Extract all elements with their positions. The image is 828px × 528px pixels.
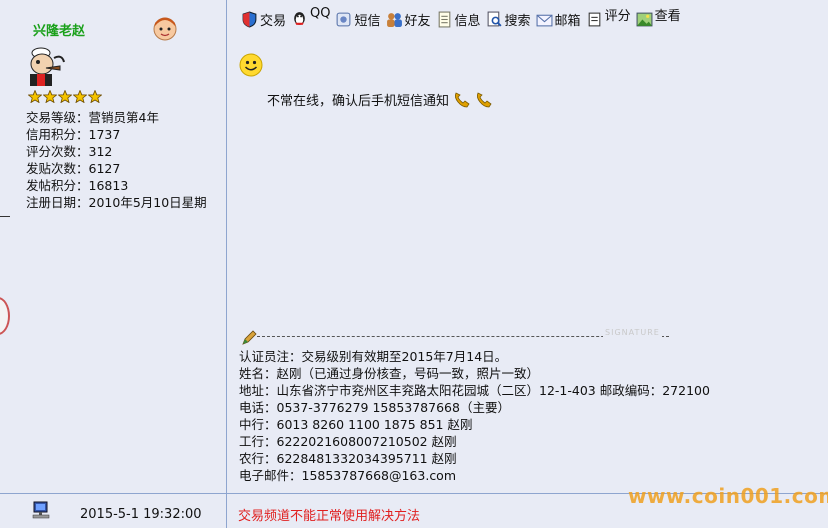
- profile-info-row: 发贴次数：6127: [26, 160, 207, 177]
- message-text: 不常在线，确认后手机短信通知: [267, 94, 450, 109]
- cert-line: 电话：0537-3776279 15853787668（主要）: [239, 400, 510, 415]
- toolbar-search-button[interactable]: 搜索: [486, 10, 531, 29]
- cert-line: 认证员注：交易级别有效期至2015年7月14日。: [239, 349, 508, 364]
- profile-info: 交易等级：营销员第4年 信用积分：1737 评分次数：312 发贴次数：6127 发帖积…: [26, 109, 207, 211]
- computer-icon: [32, 501, 50, 519]
- rating-stars: [28, 90, 102, 104]
- smiley-icon: [239, 53, 263, 77]
- sms-icon: [337, 12, 351, 27]
- phone-icon: [476, 91, 492, 107]
- post-toolbar: 交易 QQ 短信 好友 信息 搜索 邮箱 评分 查看: [241, 6, 686, 34]
- certification-note: 认证员注：交易级别有效期至2015年7月14日。姓名：赵刚（已通过身份核查，号码…: [239, 348, 710, 484]
- watermark: www.coin001.com: [628, 484, 828, 508]
- cert-line: 姓名：赵刚（已通过身份核查，号码一致，照片一致）: [239, 366, 540, 381]
- profile-info-row: 交易等级：营销员第4年: [26, 109, 207, 126]
- user-face-icon: [153, 17, 177, 41]
- divider: [0, 216, 10, 217]
- star-icon: [88, 90, 102, 103]
- toolbar-shield-button[interactable]: 交易: [241, 10, 286, 29]
- toolbar-label: 交易: [260, 14, 287, 29]
- toolbar-label: 短信: [354, 14, 381, 29]
- star-icon: [43, 90, 57, 103]
- info-value: 6127: [88, 161, 121, 176]
- toolbar-view-picture-button[interactable]: 查看: [636, 9, 681, 29]
- help-link[interactable]: 交易频道不能正常使用解决方法: [238, 505, 420, 524]
- info-label: 发贴次数：: [26, 161, 89, 176]
- toolbar-label: 评分: [604, 9, 631, 24]
- post-footer: 2015-5-1 19:32:00 交易频道不能正常使用解决方法 www.coi…: [0, 484, 828, 528]
- profile-info-row: 发帖积分：16813: [26, 177, 207, 194]
- star-icon: [58, 90, 72, 103]
- toolbar-friends-button[interactable]: 好友: [386, 10, 431, 29]
- post-datetime: 2015-5-1 19:32:00: [80, 507, 202, 522]
- avatar[interactable]: [26, 44, 66, 86]
- post-content: 交易 QQ 短信 好友 信息 搜索 邮箱 评分 查看 不常在线，确认后手机短信通知 SIGNAT…: [227, 0, 828, 493]
- info-value: 312: [88, 144, 113, 159]
- cert-line: 电子邮件：15853787668@163.com: [239, 468, 457, 483]
- info-label: 评分次数：: [26, 144, 89, 159]
- cert-line: 农行：6228481332034395711 赵刚: [239, 451, 457, 466]
- info-label: 发帖积分：: [26, 178, 89, 193]
- cert-line: 工行：6222021608007210502 赵刚: [239, 434, 457, 449]
- toolbar-info-document-button[interactable]: 信息: [436, 10, 481, 29]
- footer-divider: [226, 494, 227, 528]
- username[interactable]: 兴隆老赵: [33, 20, 85, 39]
- view-picture-icon: [636, 12, 653, 27]
- toolbar-label: 好友: [404, 14, 431, 29]
- info-document-icon: [438, 11, 450, 28]
- info-label: 交易等级：: [26, 110, 89, 125]
- toolbar-label: 信息: [454, 14, 481, 29]
- side-button[interactable]: [0, 297, 10, 335]
- user-profile-panel: 兴隆老赵 交易等级：营销员第4年 信用积分：1737 评分次数：312 发贴次数：61…: [0, 0, 227, 493]
- mail-icon: [536, 14, 553, 27]
- profile-info-row: 信用积分：1737: [26, 126, 207, 143]
- profile-info-row: 评分次数：312: [26, 143, 207, 160]
- post-message: 不常在线，确认后手机短信通知: [267, 90, 493, 109]
- search-icon: [487, 11, 502, 27]
- rate-icon: [588, 12, 600, 27]
- info-label: 注册日期：: [26, 195, 89, 210]
- qq-penguin-icon: [294, 12, 305, 25]
- phone-icon: [454, 91, 470, 107]
- shield-icon: [242, 11, 257, 28]
- toolbar-mail-button[interactable]: 邮箱: [536, 10, 581, 29]
- toolbar-qq-penguin-button[interactable]: QQ: [291, 6, 330, 27]
- toolbar-label: QQ: [310, 6, 331, 21]
- toolbar-label: 查看: [654, 9, 681, 24]
- friends-icon: [386, 13, 402, 27]
- star-icon: [73, 90, 87, 103]
- toolbar-label: 搜索: [504, 14, 531, 29]
- toolbar-label: 邮箱: [554, 14, 581, 29]
- profile-info-row: 注册日期：2010年5月10日星期: [26, 194, 207, 211]
- info-value: 16813: [88, 178, 129, 193]
- cert-line: 中行：6013 8260 1100 1875 851 赵刚: [239, 417, 473, 432]
- toolbar-sms-button[interactable]: 短信: [335, 10, 381, 29]
- signature-divider: SIGNATURE: [241, 328, 671, 345]
- info-value: 2010年5月10日星期: [88, 195, 207, 210]
- info-value: 1737: [88, 127, 121, 142]
- cert-line: 地址：山东省济宁市兖州区丰兖路太阳花园城（二区）12-1-403 邮政编码：27…: [239, 383, 710, 398]
- signature-label: SIGNATURE: [603, 328, 662, 337]
- info-value: 营销员第4年: [88, 110, 159, 125]
- pencil-icon: [242, 330, 257, 345]
- star-icon: [28, 90, 42, 103]
- info-label: 信用积分：: [26, 127, 89, 142]
- toolbar-rate-button[interactable]: 评分: [586, 9, 631, 29]
